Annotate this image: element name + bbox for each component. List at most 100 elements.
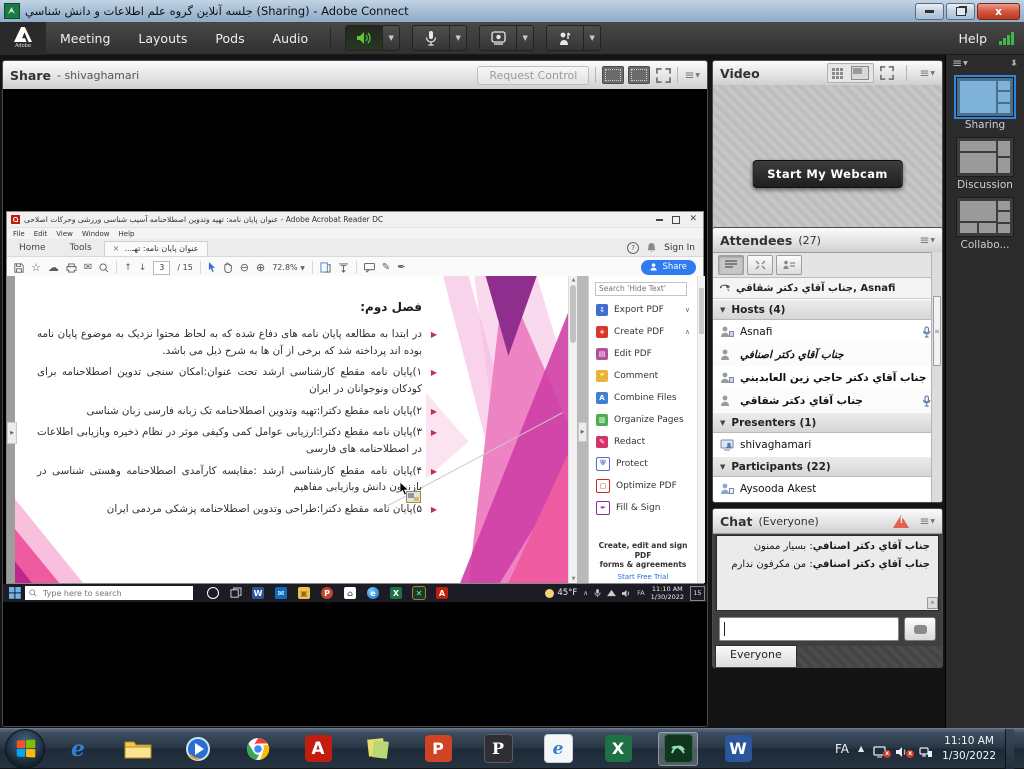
tray-volume-muted-icon[interactable]: x <box>896 743 910 755</box>
chat-send-button[interactable] <box>904 617 936 641</box>
acrobat-menu-help[interactable]: Help <box>119 230 135 238</box>
speaker-dropdown[interactable]: ▼ <box>383 25 400 51</box>
taskbar-media-player-icon[interactable] <box>178 732 218 766</box>
layout-collaboration-label[interactable]: Collabo... <box>946 239 1024 251</box>
attendees-pod-menu-icon[interactable]: ≡▼ <box>919 233 935 247</box>
save-icon[interactable] <box>14 263 24 273</box>
menu-pods[interactable]: Pods <box>201 22 258 55</box>
pdf-vertical-scrollbar[interactable]: ▲▼ <box>568 276 577 583</box>
left-pane-toggle[interactable]: ▶ <box>7 422 17 444</box>
close-button[interactable]: x <box>977 3 1020 20</box>
taskbar-p-app-icon[interactable]: P <box>478 732 518 766</box>
shared-search-input[interactable] <box>41 588 189 599</box>
taskbar-explorer-icon[interactable] <box>118 732 158 766</box>
video-grid-view-icon[interactable] <box>832 68 843 79</box>
shared-search-box[interactable] <box>25 586 193 600</box>
share-pod-menu-icon[interactable]: ≡▼ <box>684 68 700 82</box>
attendee-status-view-button[interactable] <box>776 255 802 275</box>
chat-scroll-grip[interactable]: ≡ <box>927 597 938 609</box>
taskbar-clock[interactable]: 11:10 AM1/30/2022 <box>942 734 996 762</box>
tool-export-pdf[interactable]: ⇩ Export PDF∨ <box>589 299 697 321</box>
tray-action-center-icon[interactable]: x <box>873 743 887 755</box>
word-icon[interactable]: W <box>252 587 264 599</box>
attendee-list-view-button[interactable] <box>718 255 744 275</box>
fill-sign-icon[interactable]: ✒ <box>397 262 405 273</box>
select-tool-icon[interactable] <box>208 262 216 273</box>
microphone-button[interactable] <box>412 25 450 51</box>
menu-audio[interactable]: Audio <box>259 22 323 55</box>
microphone-dropdown[interactable]: ▼ <box>450 25 467 51</box>
edge-icon[interactable]: e <box>367 587 379 599</box>
tools-panel-scrollbar[interactable] <box>697 276 705 583</box>
mail-icon[interactable]: ✉ <box>275 587 287 599</box>
adobe-connect-taskbar-icon[interactable]: ✕ <box>413 587 425 599</box>
acrobat-taskbar-icon[interactable]: A <box>436 587 448 599</box>
start-webcam-button[interactable]: Start My Webcam <box>752 160 903 188</box>
show-desktop-button[interactable] <box>1005 729 1014 769</box>
presenters-group-header[interactable]: ▼ Presenters (1) <box>713 412 942 433</box>
taskbar-word-icon[interactable]: W <box>718 732 758 766</box>
cortana-icon[interactable] <box>207 587 219 599</box>
tab-tools[interactable]: Tools <box>58 241 104 256</box>
task-view-icon[interactable] <box>230 588 241 599</box>
taskbar-adobe-connect-icon[interactable] <box>658 732 698 766</box>
layout-collaboration-thumbnail[interactable] <box>956 197 1014 237</box>
layouts-menu-icon[interactable]: ≡▼ <box>952 56 968 70</box>
tray-expand-icon[interactable]: ▲ <box>858 744 864 753</box>
video-pod-menu-icon[interactable]: ≡▼ <box>919 66 935 80</box>
help-icon[interactable]: ? <box>627 242 639 254</box>
acrobat-menu-window[interactable]: Window <box>82 230 110 238</box>
attendee-row-host[interactable]: Asnafi <box>713 320 942 343</box>
share-view-toggle-icon[interactable] <box>602 66 624 84</box>
page-view-icon[interactable] <box>320 262 331 273</box>
attendee-row-participant[interactable]: Aysooda Akest <box>713 477 942 500</box>
acrobat-minimize-button[interactable] <box>656 219 663 221</box>
shared-clock[interactable]: 11:10 AM1/30/2022 <box>651 585 684 602</box>
print-icon[interactable] <box>66 263 77 273</box>
tray-volume-icon[interactable] <box>622 589 631 598</box>
shared-language-indicator[interactable]: FA <box>637 589 645 597</box>
language-indicator[interactable]: FA <box>835 742 849 756</box>
acrobat-menu-file[interactable]: File <box>13 230 25 238</box>
tool-redact[interactable]: ✎ Redact <box>589 431 697 453</box>
raise-hand-button[interactable] <box>546 25 584 51</box>
taskbar-ie2-icon[interactable]: e <box>538 732 578 766</box>
tab-close-icon[interactable]: × <box>113 244 120 253</box>
taskbar-ie-icon[interactable]: e <box>58 732 98 766</box>
layout-discussion-label[interactable]: Discussion <box>946 179 1024 191</box>
speaker-button[interactable] <box>345 25 383 51</box>
acrobat-share-button[interactable]: Share <box>641 260 696 275</box>
layout-sharing-thumbnail[interactable] <box>956 77 1014 117</box>
pin-icon[interactable] <box>1010 59 1018 67</box>
cloud-upload-icon[interactable]: ☁ <box>48 261 59 274</box>
tray-network-icon[interactable] <box>607 589 616 597</box>
zoom-in-icon[interactable]: ⊕ <box>256 261 265 274</box>
tool-optimize-pdf[interactable]: ▢ Optimize PDF <box>589 475 697 497</box>
layout-sharing-label[interactable]: Sharing <box>946 119 1024 131</box>
minimize-button[interactable] <box>915 3 944 20</box>
powerpoint-icon[interactable]: P <box>321 587 333 599</box>
excel-icon[interactable]: X <box>390 587 402 599</box>
acrobat-menu-edit[interactable]: Edit <box>34 230 48 238</box>
next-page-icon[interactable]: ↓ <box>139 263 147 273</box>
restore-button[interactable] <box>946 3 975 20</box>
layout-discussion-thumbnail[interactable] <box>956 137 1014 177</box>
video-fullscreen-icon[interactable] <box>880 66 894 80</box>
weather-widget[interactable]: 45°F <box>545 588 577 598</box>
participants-group-header[interactable]: ▼ Participants (22) <box>713 456 942 477</box>
acrobat-menu-view[interactable]: View <box>56 230 73 238</box>
request-control-button[interactable]: Request Control <box>477 66 589 85</box>
start-button[interactable] <box>5 729 45 769</box>
chat-input[interactable] <box>719 617 899 641</box>
tray-network-icon[interactable] <box>919 743 933 755</box>
tool-comment[interactable]: ❝ Comment <box>589 365 697 387</box>
star-icon[interactable]: ☆ <box>31 261 41 274</box>
email-icon[interactable]: ✉ <box>84 262 92 273</box>
chat-pod-menu-icon[interactable]: ≡▼ <box>919 514 935 528</box>
tool-fill-sign[interactable]: ✒ Fill & Sign <box>589 497 697 519</box>
scroll-mode-icon[interactable] <box>338 263 349 273</box>
menu-layouts[interactable]: Layouts <box>124 22 201 55</box>
attendee-row-host[interactable]: جناب آقاي دكتر شقاقي <box>713 389 942 412</box>
file-explorer-icon[interactable]: ▣ <box>298 587 310 599</box>
tab-document[interactable]: × عنوان پایان نامه: تهـ... <box>104 241 208 256</box>
